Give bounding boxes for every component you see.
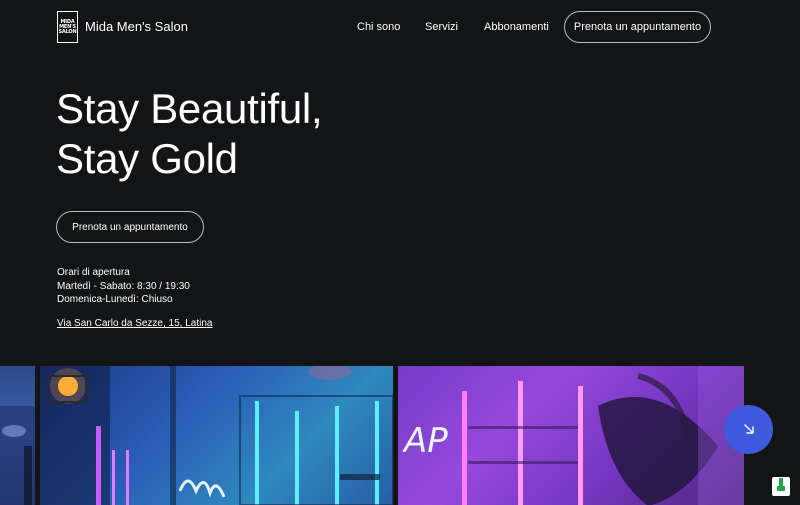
gallery-image [40,366,393,505]
logo[interactable]: MIDA MEN'S SALON [57,11,78,43]
brand-name[interactable]: Mida Men's Salon [85,19,188,34]
arrow-down-right-icon [743,422,755,438]
scroll-down-button[interactable] [724,405,773,454]
nav-link-servizi[interactable]: Servizi [425,21,458,33]
site-header: MIDA MEN'S SALON Mida Men's Salon Chi so… [0,0,800,56]
hero-booking-button[interactable]: Prenota un appuntamento [56,211,204,243]
hours-closed: Domenica-Lunedì: Chiuso [57,294,173,305]
gallery-image: AP [398,366,744,505]
shield-icon [776,477,786,496]
salon-gallery[interactable]: AP [0,366,744,505]
header-booking-button[interactable]: Prenota un appuntamento [564,11,711,43]
gallery-image [0,366,35,505]
svg-text:AP: AP [402,421,448,461]
hours-title: Orari di apertura [57,267,130,278]
hours-weekdays: Martedì - Sabato: 8:30 / 19:30 [57,280,190,292]
logo-line: SALON [58,28,77,35]
hero-title: Stay Beautiful, Stay Gold [56,84,323,184]
nav-link-abbonamenti[interactable]: Abbonamenti [484,21,549,33]
hero-title-line: Stay Beautiful, [56,85,323,132]
hero-title-line: Stay Gold [56,135,238,182]
opening-hours: Orari di apertura Martedì - Sabato: 8:30… [57,266,190,307]
nav-link-chi-sono[interactable]: Chi sono [357,21,400,33]
security-badge[interactable] [772,477,790,496]
address-link[interactable]: Via San Carlo da Sezze, 15, Latina [57,318,212,329]
